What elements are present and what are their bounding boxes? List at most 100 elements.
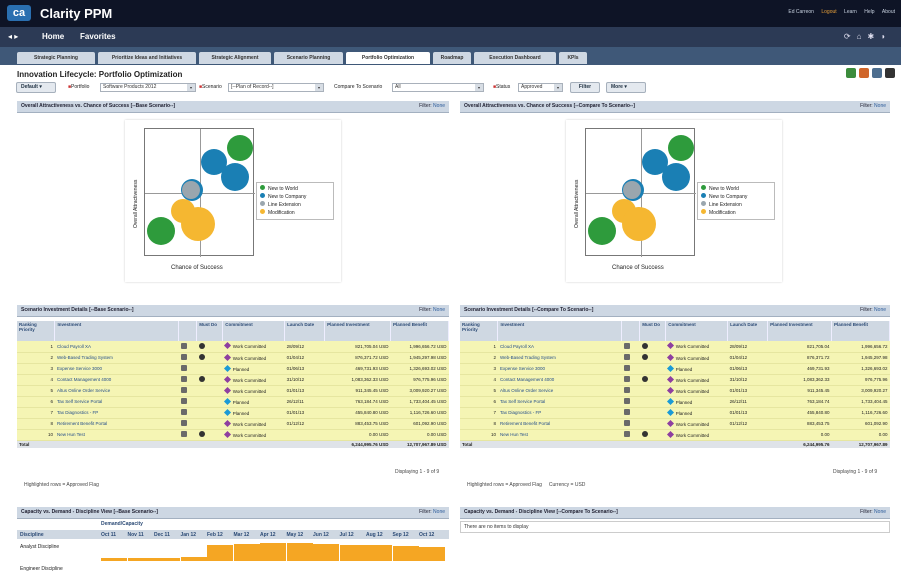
table-row[interactable]: 6 Tax Self Service Portal Planned 26/12/11 7… (460, 396, 890, 408)
capacity-bar[interactable] (127, 558, 154, 561)
capacity-bar[interactable] (366, 545, 392, 561)
details-icon[interactable] (623, 398, 630, 404)
tab-kpis[interactable]: KPIs (559, 52, 587, 64)
investment-link[interactable]: Tax Self Service Portal (497, 396, 622, 408)
investment-link[interactable]: Altus Online Order Service (497, 385, 622, 397)
export-ppt-icon[interactable] (859, 68, 869, 78)
col-investment[interactable]: Investment (497, 321, 623, 341)
print-icon[interactable] (885, 68, 895, 78)
investment-link[interactable]: Tax Diagnostics - FP (497, 407, 622, 419)
col-launch-date[interactable]: Launch Date (727, 321, 769, 341)
capacity-bar[interactable] (260, 543, 286, 561)
table-row[interactable]: 2 Web-Based Trading System Work Committed 0… (460, 352, 890, 364)
details-icon[interactable] (180, 398, 187, 404)
col-must-do[interactable]: Must Do (196, 321, 224, 341)
table-row[interactable]: 4 Contact Management 4000 Work Committed 31… (17, 374, 449, 386)
investment-link[interactable]: Cloud Payroll XA (497, 341, 622, 353)
nav-favorites[interactable]: Favorites (80, 32, 116, 41)
nav-home[interactable]: Home (42, 32, 64, 41)
col-must-do[interactable]: Must Do (639, 321, 667, 341)
capacity-bar[interactable] (313, 544, 339, 561)
table-row[interactable]: 2 Web-Based Trading System Work Committed 0… (17, 352, 449, 364)
details-icon[interactable] (623, 365, 630, 371)
col-planned-benefit[interactable]: Planned Benefit (390, 321, 449, 341)
bubble[interactable] (668, 135, 694, 161)
help-link[interactable]: Help (864, 9, 874, 15)
table-row[interactable]: 1 Cloud Payroll XA Work Committed 28/09/12 8… (460, 341, 890, 353)
capacity-bar[interactable] (101, 558, 127, 561)
capacity-bar[interactable] (419, 547, 445, 561)
bubble[interactable] (662, 163, 690, 191)
table-row[interactable]: 7 Tax Diagnostics - FP Planned 01/01/13 455,… (17, 407, 449, 419)
capacity-bar[interactable] (286, 543, 313, 561)
export-excel-icon[interactable] (846, 68, 856, 78)
details-icon[interactable] (623, 387, 630, 393)
table-row[interactable]: 3 Expense Service 3000 Planned 01/06/13 469,… (460, 363, 890, 375)
col-commitment[interactable]: Commitment (222, 321, 286, 341)
col-investment[interactable]: Investment (54, 321, 180, 341)
panel-filter[interactable]: Filter: None (419, 101, 445, 112)
back-forward-icon[interactable]: ◂ ▸ (8, 32, 18, 41)
details-icon[interactable] (623, 354, 630, 360)
investment-link[interactable]: New Hun Test (497, 429, 622, 441)
bubble[interactable] (227, 135, 253, 161)
tab-execution-dashboard[interactable]: Execution Dashboard (474, 52, 556, 64)
status-select[interactable]: Approved ▾ (518, 83, 563, 92)
col-planned-investment[interactable]: Planned Investment (324, 321, 391, 341)
details-icon[interactable] (180, 387, 187, 393)
details-icon[interactable] (180, 365, 187, 371)
details-icon[interactable] (623, 420, 630, 426)
table-row[interactable]: 8 Retirement Benefit Portal Work Committed… (17, 418, 449, 430)
panel-filter[interactable]: Filter: None (860, 305, 886, 316)
configure-icon[interactable] (872, 68, 882, 78)
scenario-select[interactable]: [--Plan of Record--] ▾ (228, 83, 324, 92)
panel-filter[interactable]: Filter: None (860, 101, 886, 112)
table-row[interactable]: 10 New Hun Test Work Committed 0.00 USD 0.00… (17, 429, 449, 441)
bubble[interactable] (181, 207, 215, 241)
investment-link[interactable]: Tax Self Service Portal (54, 396, 179, 408)
capacity-bar[interactable] (180, 557, 207, 561)
nav-tools-icons[interactable]: ⟳⌂✱◑ (844, 32, 891, 41)
investment-link[interactable]: Expense Service 3000 (54, 363, 179, 375)
details-icon[interactable] (180, 431, 187, 437)
investment-link[interactable]: Retirement Benefit Portal (54, 418, 179, 430)
investment-link[interactable]: New Hun Test (54, 429, 179, 441)
col-planned-investment[interactable]: Planned Investment (767, 321, 833, 341)
table-row[interactable]: 7 Tax Diagnostics - FP Planned 01/01/13 455,… (460, 407, 890, 419)
bubble[interactable] (147, 217, 175, 245)
investment-link[interactable]: Contact Management 4000 (54, 374, 179, 386)
table-row[interactable]: 6 Tax Self Service Portal Planned 26/12/11 7… (17, 396, 449, 408)
capacity-bar[interactable] (207, 545, 233, 561)
tab-scenario-planning[interactable]: Scenario Planning (274, 52, 343, 64)
bubble[interactable] (182, 181, 200, 199)
investment-link[interactable]: Altus Online Order Service (54, 385, 179, 397)
details-icon[interactable] (623, 376, 630, 382)
panel-filter[interactable]: Filter: None (419, 305, 445, 316)
table-row[interactable]: 3 Expense Service 3000 Planned 01/06/13 469,… (17, 363, 449, 375)
capacity-bar[interactable] (339, 545, 366, 561)
investment-link[interactable]: Expense Service 3000 (497, 363, 622, 375)
investment-link[interactable]: Web-Based Trading System (54, 352, 179, 364)
col-ranking[interactable]: Ranking Priority (460, 321, 499, 341)
details-icon[interactable] (623, 342, 630, 349)
about-link[interactable]: About (882, 9, 895, 15)
tab-roadmap[interactable]: Roadmap (433, 52, 471, 64)
table-row[interactable]: 5 Altus Online Order Service Work Committe… (17, 385, 449, 397)
table-row[interactable]: 8 Retirement Benefit Portal Work Committed… (460, 418, 890, 430)
col-commitment[interactable]: Commitment (665, 321, 729, 341)
filter-button[interactable]: Filter (570, 82, 600, 93)
capacity-bar[interactable] (233, 544, 260, 561)
tab-portfolio-optimization[interactable]: Portfolio Optimization (346, 52, 430, 64)
investment-link[interactable]: Web-Based Trading System (497, 352, 622, 364)
tab-strategic-alignment[interactable]: Strategic Alignment (199, 52, 271, 64)
learn-link[interactable]: Learn (844, 9, 857, 15)
details-icon[interactable] (180, 354, 187, 360)
panel-filter[interactable]: Filter: None (419, 507, 445, 518)
table-row[interactable]: 4 Contact Management 4000 Work Committed 31… (460, 374, 890, 386)
portfolio-select[interactable]: Software Products 2012 ▾ (100, 83, 196, 92)
tab-prioritize[interactable]: Prioritize Ideas and Initiatives (98, 52, 196, 64)
investment-link[interactable]: Retirement Benefit Portal (497, 418, 622, 430)
bubble[interactable] (221, 163, 249, 191)
table-row[interactable]: 5 Altus Online Order Service Work Committe… (460, 385, 890, 397)
tab-strategic-planning[interactable]: Strategic Planning (17, 52, 95, 64)
